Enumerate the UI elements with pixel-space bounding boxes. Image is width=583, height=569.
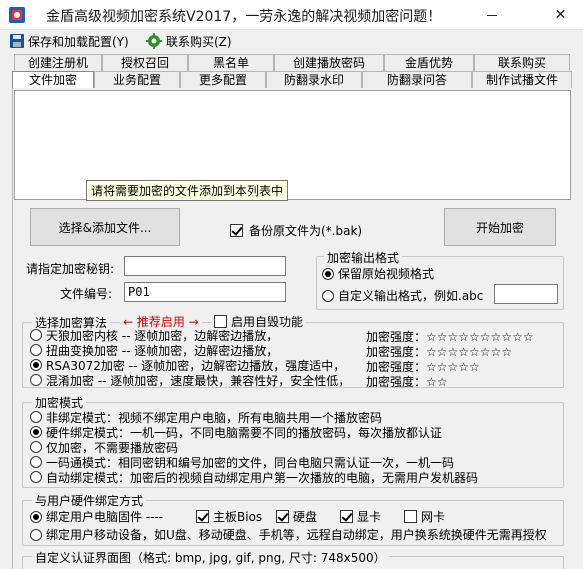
backup-check-mark xyxy=(230,224,243,237)
algorithm-radio xyxy=(30,329,42,341)
output-custom-label: 自定义输出格式，例如.abc xyxy=(338,289,484,303)
tab-anti-record-watermark[interactable]: 防翻录水印 xyxy=(266,71,362,89)
bind-bios-checkbox[interactable]: 主板Bios xyxy=(196,508,262,525)
bind-mobile-option[interactable]: 绑定用户移动设备，如U盘、移动硬盘、手机等，远程自动绑定，用户换系统换硬件无需再… xyxy=(30,526,547,543)
algorithm-option-rsa3072[interactable]: RSA3072加密 -- 逐帧加密，边解密边播放，强度适中， xyxy=(30,358,345,373)
tab-more-config[interactable]: 更多配置 xyxy=(180,71,266,89)
algorithm-options: 天狼加密内核 -- 逐帧加密，边解密边播放， 加密强度：☆☆☆☆☆☆☆☆☆☆ 扭… xyxy=(30,328,560,389)
add-files-button[interactable]: 选择&添加文件... xyxy=(30,208,180,246)
algorithm-radio xyxy=(30,359,42,371)
shield-app-icon xyxy=(9,7,25,23)
close-icon: ✕ xyxy=(554,7,567,23)
gear-icon xyxy=(146,33,162,49)
menu-bar: 保存和加载配置(Y) 联系购买(Z) xyxy=(0,30,583,52)
bind-mobile-label: 绑定用户移动设备，如U盘、移动硬盘、手机等，远程自动绑定，用户换系统换硬件无需再… xyxy=(46,528,547,542)
bind-gpu-label: 显卡 xyxy=(357,510,382,524)
bind-gpu-checkbox[interactable]: 显卡 xyxy=(340,508,381,525)
title-bar: 金盾高级视频加密系统V2017，一劳永逸的解决视频加密问题！ ✕ xyxy=(0,0,583,30)
minimize-icon xyxy=(487,14,497,16)
mode-option-encrypt-only[interactable]: 仅加密，不需要播放密码 xyxy=(30,440,178,455)
bind-nic-check-mark xyxy=(404,510,417,523)
bind-gpu-check-mark xyxy=(340,510,353,523)
output-format-title: 加密输出格式 xyxy=(324,249,403,266)
bind-mobile-radio xyxy=(30,528,42,541)
floppy-disk-icon xyxy=(10,34,24,48)
algorithm-option-obfuscate[interactable]: 混淆加密 -- 逐帧加密，速度最快，兼容性好，安全性低， xyxy=(30,373,351,388)
tab-anti-record-qa[interactable]: 防翻录问答 xyxy=(362,71,472,89)
tab-make-trial-file[interactable]: 制作试播文件 xyxy=(472,71,572,89)
mode-option-one-code[interactable]: 一码通模式：相同密钥和编号加密的文件，同台电脑只需认证一次，一机一码 xyxy=(30,455,454,470)
close-button[interactable]: ✕ xyxy=(538,0,583,30)
start-encrypt-button[interactable]: 开始加密 xyxy=(444,208,556,246)
bind-bios-label: 主板Bios xyxy=(213,510,263,524)
algorithm-radio xyxy=(30,344,42,356)
mode-radio xyxy=(30,411,42,423)
menu-contact-label: 联系购买(Z) xyxy=(166,34,232,49)
output-custom-option[interactable]: 自定义输出格式，例如.abc xyxy=(322,287,483,304)
mode-radio xyxy=(30,456,42,468)
output-keep-radio xyxy=(322,267,334,280)
tab-advantages[interactable]: 金盾优势 xyxy=(384,54,474,72)
tabs-row-bottom: 文件加密 业务配置 更多配置 防翻录水印 防翻录问答 制作试播文件 xyxy=(12,71,572,89)
output-keep-option[interactable]: 保留原始视频格式 xyxy=(322,265,434,282)
output-custom-radio xyxy=(322,289,334,302)
output-keep-label: 保留原始视频格式 xyxy=(338,267,435,281)
bind-nic-checkbox[interactable]: 网卡 xyxy=(404,508,445,525)
mode-option-hardware[interactable]: 硬件绑定模式：一机一码，不同电脑需要不同的播放密码，每次播放都认证 xyxy=(30,425,442,440)
output-custom-input[interactable] xyxy=(494,284,558,304)
bind-disk-label: 硬盘 xyxy=(293,510,318,524)
bind-nic-label: 网卡 xyxy=(421,510,446,524)
algorithm-radio xyxy=(30,374,42,386)
hardware-bind-title: 与用户硬件绑定方式 xyxy=(32,492,147,509)
tab-file-encrypt[interactable]: 文件加密 xyxy=(12,71,94,89)
key-label: 请指定加密秘钥: xyxy=(26,262,115,276)
bind-pc-option[interactable]: 绑定用户电脑固件 ---- xyxy=(30,508,163,525)
bind-disk-check-mark xyxy=(276,510,289,523)
key-input[interactable] xyxy=(124,256,286,276)
algorithm-option-tianlang[interactable]: 天狼加密内核 -- 逐帧加密，边解密边播放， xyxy=(30,328,278,343)
backup-label: 备份原文件为(*.bak) xyxy=(249,224,363,238)
mode-option-label: 自动绑定模式：加密后的视频自动绑定用户第一次播放的电脑，无需用户发机器码 xyxy=(46,470,479,485)
mode-option-auto-bind[interactable]: 自动绑定模式：加密后的视频自动绑定用户第一次播放的电脑，无需用户发机器码 xyxy=(30,470,479,485)
tab-contact-purchase[interactable]: 联系购买 xyxy=(474,54,570,72)
mode-radio xyxy=(30,441,42,453)
file-no-input[interactable]: P01 xyxy=(124,282,286,302)
menu-save-label: 保存和加载配置(Y) xyxy=(28,34,129,49)
algorithm-option-twist[interactable]: 扭曲变换加密 -- 逐帧加密，边解密边播放， xyxy=(30,343,278,358)
menu-save-config[interactable]: 保存和加载配置(Y) xyxy=(10,32,129,50)
encrypt-mode-options: 非绑定模式：视频不绑定用户电脑，所有电脑共用一个播放密码 硬件绑定模式：一机一码… xyxy=(30,410,560,486)
algorithm-option-label: 混淆加密 -- 逐帧加密，速度最快，兼容性好，安全性低， xyxy=(46,373,351,388)
mode-option-unbound[interactable]: 非绑定模式：视频不绑定用户电脑，所有电脑共用一个播放密码 xyxy=(30,410,382,425)
bind-pc-label: 绑定用户电脑固件 ---- xyxy=(46,510,164,524)
tab-create-play-password[interactable]: 创建播放密码 xyxy=(274,54,384,72)
mode-radio xyxy=(30,471,42,483)
algorithm-strength: 加密强度：☆☆ xyxy=(366,375,448,389)
custom-auth-title: 自定义认证界面图（格式: bmp, jpg, gif, png, 尺寸: 748… xyxy=(32,549,389,566)
bind-disk-checkbox[interactable]: 硬盘 xyxy=(276,508,317,525)
mode-radio xyxy=(30,426,42,438)
menu-contact[interactable]: 联系购买(Z) xyxy=(146,32,232,50)
file-no-label: 文件编号: xyxy=(60,287,113,301)
tab-create-keygen[interactable]: 创建注册机 xyxy=(14,54,102,72)
bind-bios-check-mark xyxy=(196,510,209,523)
minimize-button[interactable] xyxy=(476,0,508,30)
tab-business-config[interactable]: 业务配置 xyxy=(94,71,180,89)
tab-auth-recall[interactable]: 授权召回 xyxy=(102,54,188,72)
tabs-row-top: 创建注册机 授权召回 黑名单 创建播放密码 金盾优势 联系购买 xyxy=(14,54,570,72)
backup-checkbox[interactable]: 备份原文件为(*.bak) xyxy=(230,222,362,239)
window-title: 金盾高级视频加密系统V2017，一劳永逸的解决视频加密问题！ xyxy=(46,9,442,25)
file-list-tooltip: 请将需要加密的文件添加到本列表中 xyxy=(86,180,289,201)
bind-pc-radio xyxy=(30,510,42,523)
tab-blacklist[interactable]: 黑名单 xyxy=(188,54,274,72)
